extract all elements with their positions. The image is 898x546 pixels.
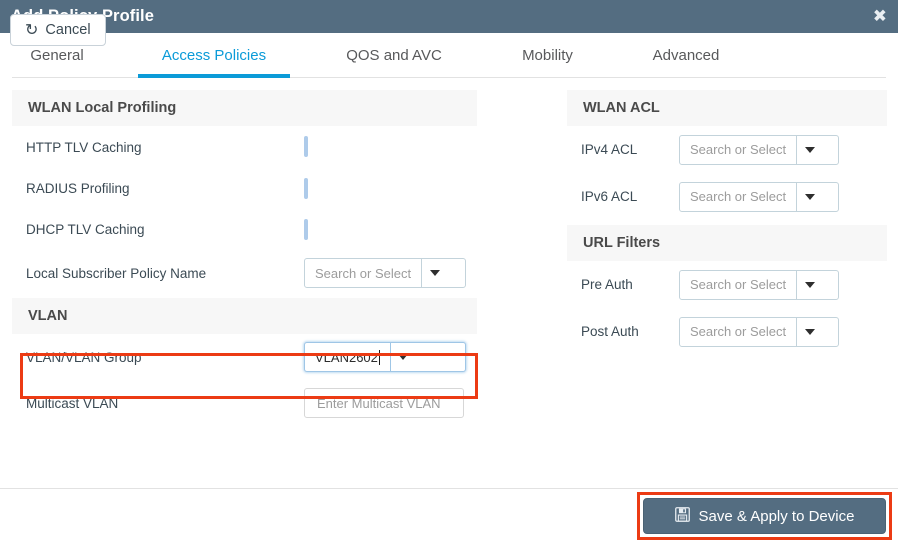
row-multicast-vlan: Multicast VLAN Enter Multicast VLAN: [12, 380, 477, 426]
row-pre-auth: Pre Auth Search or Select: [567, 261, 887, 308]
label-multicast-vlan: Multicast VLAN: [26, 395, 119, 411]
save-and-apply-button[interactable]: Save & Apply to Device: [643, 498, 886, 534]
select-ipv4-acl-value[interactable]: Search or Select: [680, 136, 796, 164]
tab-access-policies[interactable]: Access Policies: [138, 33, 290, 78]
row-ipv6-acl: IPv6 ACL Search or Select: [567, 173, 887, 220]
row-local-subscriber-policy-name: Local Subscriber Policy Name Search or S…: [12, 250, 477, 296]
label-local-subscriber-policy-name: Local Subscriber Policy Name: [26, 265, 207, 281]
input-multicast-vlan[interactable]: Enter Multicast VLAN: [304, 388, 464, 418]
close-icon[interactable]: ✖: [873, 8, 887, 25]
chevron-down-icon[interactable]: [796, 270, 822, 299]
chevron-down-icon[interactable]: [389, 343, 416, 371]
select-local-subscriber-policy-name-value[interactable]: Search or Select: [305, 259, 421, 287]
select-pre-auth[interactable]: Search or Select: [679, 269, 839, 300]
row-dhcp-tlv-caching: DHCP TLV Caching: [12, 209, 477, 250]
select-pre-auth-value[interactable]: Search or Select: [680, 271, 796, 299]
select-ipv4-acl-wrap: Search or Select: [679, 134, 839, 165]
right-column: WLAN ACL IPv4 ACL Search or Select IPv6 …: [567, 90, 887, 355]
label-post-auth: Post Auth: [581, 324, 639, 339]
section-wlan-acl-heading: WLAN ACL: [567, 90, 887, 126]
row-post-auth: Post Auth Search or Select: [567, 308, 887, 355]
save-and-apply-button-label: Save & Apply to Device: [698, 507, 855, 525]
select-post-auth-value[interactable]: Search or Select: [680, 318, 796, 346]
text-cursor: [378, 349, 380, 365]
checkbox-http-tlv-caching[interactable]: [304, 136, 308, 157]
chevron-down-icon[interactable]: [421, 259, 447, 287]
input-multicast-vlan-wrap: Enter Multicast VLAN: [304, 388, 464, 418]
select-ipv6-acl-value[interactable]: Search or Select: [680, 183, 796, 211]
row-ipv4-acl: IPv4 ACL Search or Select: [567, 126, 887, 173]
select-pre-auth-wrap: Search or Select: [679, 269, 839, 300]
chevron-down-icon[interactable]: [796, 317, 822, 346]
label-vlan-vlan-group: VLAN/VLAN Group: [26, 349, 142, 365]
row-radius-profiling: RADIUS Profiling: [12, 168, 477, 209]
cancel-button[interactable]: ↻ Cancel: [10, 14, 106, 46]
section-wlan-local-profiling-heading: WLAN Local Profiling: [12, 90, 477, 126]
label-pre-auth: Pre Auth: [581, 277, 633, 292]
select-local-subscriber-policy-name[interactable]: Search or Select: [304, 258, 466, 288]
section-url-filters-heading: URL Filters: [567, 225, 887, 261]
row-http-tlv-caching: HTTP TLV Caching: [12, 126, 477, 168]
checkbox-dhcp-tlv-caching-wrap: [304, 218, 308, 240]
select-local-subscriber-policy-name-wrap: Search or Select: [304, 258, 466, 288]
tab-bar: General Access Policies QOS and AVC Mobi…: [0, 33, 898, 78]
dialog-body: WLAN Local Profiling HTTP TLV Caching RA…: [0, 78, 898, 488]
select-vlan-vlan-group-text: VLAN2602: [315, 349, 378, 365]
label-ipv6-acl: IPv6 ACL: [581, 189, 638, 204]
select-ipv6-acl[interactable]: Search or Select: [679, 181, 839, 212]
checkbox-dhcp-tlv-caching[interactable]: [304, 218, 308, 240]
label-radius-profiling: RADIUS Profiling: [26, 181, 130, 196]
select-vlan-vlan-group-value[interactable]: VLAN2602: [305, 343, 390, 371]
label-http-tlv-caching: HTTP TLV Caching: [26, 139, 142, 155]
chevron-down-icon[interactable]: [796, 182, 822, 211]
cancel-button-label: Cancel: [45, 22, 91, 38]
left-column: WLAN Local Profiling HTTP TLV Caching RA…: [12, 90, 478, 426]
tab-advanced[interactable]: Advanced: [632, 33, 740, 78]
checkbox-radius-profiling[interactable]: [304, 177, 308, 199]
label-dhcp-tlv-caching: DHCP TLV Caching: [26, 222, 145, 237]
select-post-auth[interactable]: Search or Select: [679, 316, 839, 347]
select-vlan-vlan-group[interactable]: VLAN2602: [304, 342, 466, 372]
chevron-down-icon[interactable]: [796, 135, 822, 164]
undo-icon: ↻: [25, 20, 39, 39]
tab-qos-and-avc[interactable]: QOS and AVC: [330, 33, 458, 78]
select-post-auth-wrap: Search or Select: [679, 316, 839, 347]
select-vlan-vlan-group-wrap: VLAN2602: [304, 342, 466, 372]
select-ipv6-acl-wrap: Search or Select: [679, 181, 839, 212]
floppy-disk-icon: [674, 506, 690, 526]
section-vlan-heading: VLAN: [12, 298, 477, 334]
checkbox-radius-profiling-wrap: [304, 177, 308, 199]
select-ipv4-acl[interactable]: Search or Select: [679, 134, 839, 165]
dialog-titlebar: Add Policy Profile ✖: [0, 0, 898, 33]
add-policy-profile-dialog: Add Policy Profile ✖ General Access Poli…: [0, 0, 898, 546]
label-ipv4-acl: IPv4 ACL: [581, 142, 638, 157]
checkbox-http-tlv-caching-wrap: [304, 136, 308, 157]
tab-mobility[interactable]: Mobility: [495, 33, 600, 78]
row-vlan-vlan-group: VLAN/VLAN Group VLAN2602: [12, 334, 477, 380]
